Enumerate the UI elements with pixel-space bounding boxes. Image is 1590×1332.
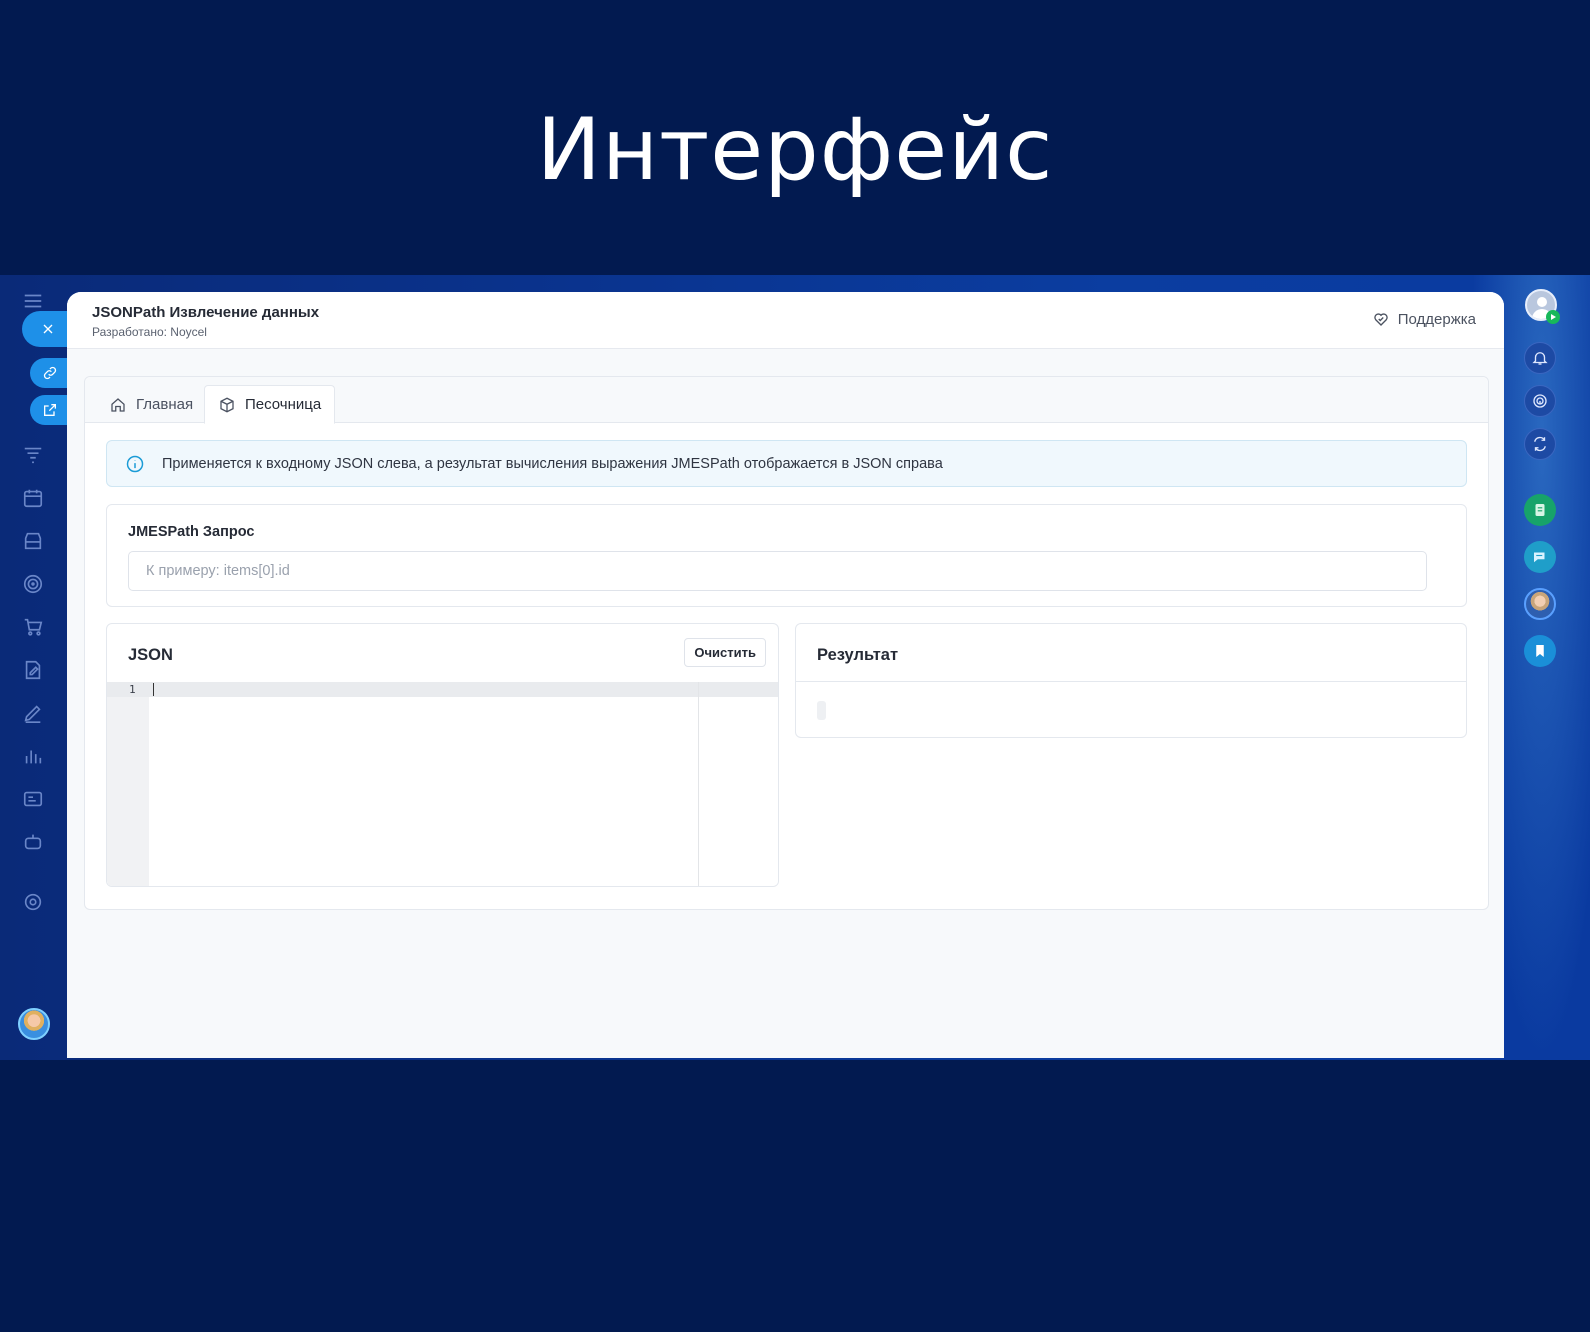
home-icon: [111, 397, 125, 412]
result-output: [817, 701, 826, 720]
open-external-button[interactable]: [30, 395, 70, 425]
query-card: JMESPath Запрос: [106, 504, 1467, 607]
support-label: Поддержка: [1397, 310, 1476, 328]
assistant-avatar-left[interactable]: [18, 1008, 50, 1040]
sync-icon[interactable]: [1524, 428, 1556, 460]
chart-icon[interactable]: [21, 744, 45, 768]
result-card: Результат: [795, 623, 1467, 738]
tab-home-label: Главная: [136, 396, 194, 413]
editor-print-margin: [698, 682, 699, 886]
info-icon: [125, 454, 145, 474]
app-window: JSONPath Извлечение данных Разработано: …: [67, 292, 1504, 1058]
heart-handshake-icon: [1373, 313, 1388, 326]
clear-button[interactable]: Очистить: [684, 638, 766, 667]
json-input-card: JSON Очистить 1: [106, 623, 779, 887]
external-link-icon: [44, 404, 56, 416]
jmespath-query-input[interactable]: [128, 551, 1427, 591]
menu-icon[interactable]: [21, 289, 45, 313]
bell-icon[interactable]: [1524, 342, 1556, 374]
fingerprint-icon[interactable]: [1524, 385, 1556, 417]
tabs-bar: Главная Песочница: [85, 377, 1488, 424]
cart-icon[interactable]: [21, 615, 45, 639]
id-card-icon[interactable]: [21, 787, 45, 811]
settings-icon[interactable]: [21, 890, 45, 914]
info-text: Применяется к входному JSON слева, а рез…: [162, 455, 943, 472]
app-header: JSONPath Извлечение данных Разработано: …: [67, 292, 1504, 349]
app-title: JSONPath Извлечение данных: [92, 304, 320, 321]
support-link[interactable]: Поддержка: [1372, 310, 1476, 328]
query-label: JMESPath Запрос: [128, 524, 255, 540]
box-icon: [220, 397, 234, 412]
info-alert: Применяется к входному JSON слева, а рез…: [106, 440, 1467, 487]
bookmark-app-icon[interactable]: [1524, 635, 1556, 667]
copy-link-button[interactable]: [30, 358, 70, 388]
hero-title: Интерфейс: [536, 100, 1054, 200]
notes-app-icon[interactable]: [1524, 494, 1556, 526]
app-developer: Разработано: Noycel: [92, 325, 207, 339]
link-icon: [43, 366, 57, 380]
line-number: 1: [129, 683, 136, 696]
edit-doc-icon[interactable]: [21, 658, 45, 682]
text-cursor: [153, 683, 154, 696]
json-title: JSON: [128, 646, 173, 664]
right-sidebar: [1500, 275, 1590, 1060]
tab-sandbox[interactable]: Песочница: [204, 385, 336, 424]
pen-icon[interactable]: [21, 701, 45, 725]
tab-home[interactable]: Главная: [96, 385, 206, 424]
close-icon: [43, 324, 53, 334]
editor-gutter: [107, 682, 149, 886]
result-header: Результат: [796, 624, 1466, 682]
result-title: Результат: [817, 646, 899, 664]
robot-icon[interactable]: [21, 830, 45, 854]
assistant-avatar[interactable]: [1524, 588, 1556, 620]
filter-icon[interactable]: [21, 443, 45, 467]
tab-sandbox-label: Песочница: [245, 396, 322, 413]
json-editor[interactable]: 1: [107, 682, 778, 886]
archive-icon[interactable]: [21, 529, 45, 553]
calendar-icon[interactable]: [21, 486, 45, 510]
sandbox-card: Главная Песочница Применяется к входному…: [84, 376, 1489, 910]
editor-active-line: [107, 682, 778, 697]
target-icon[interactable]: [21, 572, 45, 596]
left-sidebar: [0, 275, 66, 1060]
app-body: Главная Песочница Применяется к входному…: [67, 349, 1504, 1058]
chat-app-icon[interactable]: [1524, 541, 1556, 573]
